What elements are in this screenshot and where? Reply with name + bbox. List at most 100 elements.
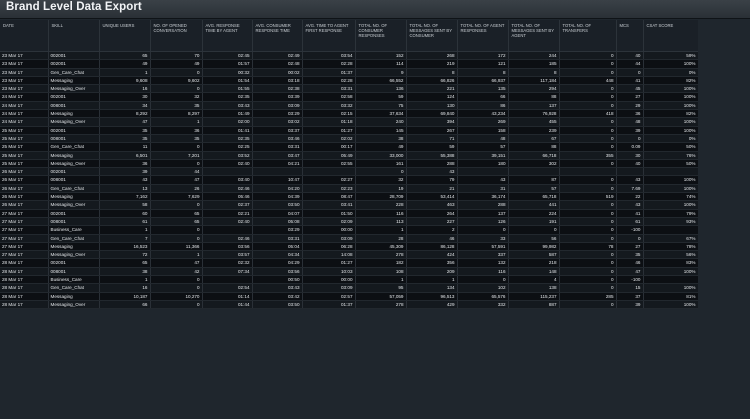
table-row[interactable]: 28 Mar 17 Messaging 10,187 10,270 01:14 03:42… xyxy=(0,292,699,301)
table-row[interactable]: 27 Mar 17 Messaging_Over 72 1 03:57 04:34 14:0… xyxy=(0,250,699,260)
table-cell: 332 xyxy=(457,300,509,310)
table-row[interactable]: 27 Mar 17 008001 61 65 02:40 05:08 02:09 113 227… xyxy=(0,217,699,227)
column-header[interactable]: CSAT SCORE xyxy=(643,20,699,52)
table-cell: 7,201 xyxy=(150,151,203,160)
table-cell: 25 Mar 17 xyxy=(0,142,49,152)
table-cell: 28 xyxy=(355,234,407,243)
table-row[interactable]: 23 Mar 17 002001 49 49 01:57 02:48 02:28 114 219… xyxy=(0,59,699,69)
table-cell: Gen_Care_Chat xyxy=(48,234,100,243)
table-cell: 74% xyxy=(643,192,699,202)
table-cell: 03:40 xyxy=(202,175,253,185)
table-row[interactable]: 25 Mar 17 002001 35 36 01:41 03:37 01:27 145 267… xyxy=(0,126,699,135)
table-cell: 79 xyxy=(406,175,458,185)
table-cell: 28 Mar 17 xyxy=(0,292,49,301)
table-cell: 36 xyxy=(150,126,203,135)
table-cell: 01:44 xyxy=(202,300,253,310)
table-row[interactable]: 27 Mar 17 002001 60 65 02:21 04:07 01:50 116 264… xyxy=(0,209,699,218)
table-cell: 228 xyxy=(355,200,407,210)
table-cell: 1 xyxy=(355,275,407,285)
table-cell: 394 xyxy=(406,117,458,127)
column-header[interactable]: NO. OF OPENED CONVERSATION xyxy=(150,20,203,52)
table-row[interactable]: 24 Mar 17 Messaging 8,292 8,297 01:49 03:29 02… xyxy=(0,109,699,119)
table-row[interactable]: 28 Mar 17 Messaging_Over 66 0 01:44 03:50 01:3… xyxy=(0,300,699,310)
table-cell: 03:29 xyxy=(252,225,303,235)
table-cell: 100% xyxy=(643,184,699,194)
table-row[interactable]: 24 Mar 17 Messaging_Over 47 1 02:00 03:02 01:1… xyxy=(0,117,699,127)
table-row[interactable]: 26 Mar 17 002001 39 44 0 43 xyxy=(0,167,699,177)
table-cell: 8,292 xyxy=(99,109,151,119)
table-cell: 05:46 xyxy=(202,192,253,202)
table-cell: 45 xyxy=(616,84,644,94)
table-row[interactable]: 25 Mar 17 Messaging 6,501 7,201 03:52 03:47 05… xyxy=(0,151,699,160)
table-cell: 67 xyxy=(508,134,560,144)
table-cell: 03:31 xyxy=(302,84,356,94)
table-row[interactable]: 25 Mar 17 Gen_Care_Chat 11 0 02:25 03:31 00:17… xyxy=(0,142,699,152)
table-cell: 66,552 xyxy=(355,76,407,86)
table-row[interactable]: 28 Mar 17 002001 65 47 02:32 04:29 01:27 182 356… xyxy=(0,258,699,268)
column-header[interactable]: TOTAL NO. OF AGENT RESPONSES xyxy=(457,20,509,52)
table-cell: -100 xyxy=(616,225,644,235)
table-cell: 82% xyxy=(643,109,699,119)
table-cell: 43 xyxy=(616,175,644,185)
column-header[interactable]: AVG. TIME TO AGENT FIRST RESPONSE xyxy=(302,20,356,52)
column-header[interactable]: UNIQUE USERS xyxy=(99,20,151,52)
table-row[interactable]: 24 Mar 17 008001 34 35 03:43 03:09 03:32 75 130 8… xyxy=(0,101,699,111)
table-cell: 55,388 xyxy=(406,151,458,160)
column-header[interactable]: SKILL xyxy=(48,20,100,52)
table-row[interactable]: 26 Mar 17 008001 43 47 03:40 10:47 02:27 32 79 43… xyxy=(0,175,699,185)
table-row[interactable]: 28 Mar 17 008001 38 42 07:34 03:56 10:03 108 209… xyxy=(0,267,699,277)
table-row[interactable]: 25 Mar 17 008001 35 35 02:35 03:46 02:02 38 71 48… xyxy=(0,134,699,144)
column-header[interactable]: AVG. RESPONSE TIME BY AGENT xyxy=(202,20,253,52)
table-cell: 117,184 xyxy=(508,76,560,86)
table-row[interactable]: 28 Mar 17 Gen_Care_Chat 16 0 02:54 03:43 03:09… xyxy=(0,283,699,293)
data-table-container[interactable]: DATE SKILL UNIQUE USERS NO. OF OPENED CONVE… xyxy=(0,20,699,310)
column-header[interactable]: TOTAL NO. OF MESSAGES SENT BY CONSUMER xyxy=(406,20,458,52)
table-row[interactable]: 26 Mar 17 Gen_Care_Chat 13 26 02:46 04:20 02:2… xyxy=(0,184,699,194)
table-cell: 43 xyxy=(406,167,458,177)
column-header[interactable]: AVG. CONSUMER RESPONSE TIME xyxy=(252,20,303,52)
table-row[interactable]: 23 Mar 17 Messaging 9,608 9,602 01:54 03:18 02… xyxy=(0,76,699,86)
table-cell: Business_Care xyxy=(48,275,100,285)
table-row[interactable]: 28 Mar 17 Business_Care 1 0 00:50 00:00 1 1 0 4 0-… xyxy=(0,275,699,285)
table-cell: 463 xyxy=(406,200,458,210)
table-row[interactable]: 23 Mar 17 Messaging_Over 16 0 01:55 02:38 03:3… xyxy=(0,84,699,94)
table-cell: 7.69 xyxy=(616,184,644,194)
table-cell: 1 xyxy=(406,275,458,285)
table-cell: 209 xyxy=(406,267,458,277)
table-row[interactable]: 23 Mar 17 Gen_Care_Chat 1 0 00:32 00:02 01:37 9… xyxy=(0,68,699,77)
column-header[interactable]: TOTAL NO. OF TRANSFERS xyxy=(559,20,617,52)
table-row[interactable]: 27 Mar 17 Gen_Care_Chat 7 0 02:46 03:31 03:09 2… xyxy=(0,234,699,243)
table-row[interactable]: 25 Mar 17 Messaging_Over 36 0 02:40 04:21 02:5… xyxy=(0,159,699,169)
table-cell: 39 xyxy=(616,126,644,135)
table-cell: 0 xyxy=(508,225,560,235)
table-cell: 008001 xyxy=(48,267,100,277)
column-header[interactable]: MCS xyxy=(616,20,644,52)
table-cell: 0 xyxy=(150,159,203,169)
table-row[interactable]: 23 Mar 17 002001 65 70 02:45 02:49 03:54 152 268… xyxy=(0,51,699,61)
column-header[interactable]: DATE xyxy=(0,20,49,52)
table-row[interactable]: 26 Mar 17 Messaging 7,162 7,629 05:46 04:39 08… xyxy=(0,192,699,202)
table-cell: 49 xyxy=(99,59,151,69)
table-cell: 66,718 xyxy=(508,151,560,160)
table-row[interactable]: 26 Mar 17 Messaging_Over 58 0 02:37 03:50 03:4… xyxy=(0,200,699,210)
table-cell: 008001 xyxy=(48,134,100,144)
table-cell: 23 Mar 17 xyxy=(0,59,49,69)
table-cell: 57 xyxy=(457,142,509,152)
table-cell: 28 Mar 17 xyxy=(0,275,49,285)
table-cell: 39 xyxy=(616,300,644,310)
table-row[interactable]: 24 Mar 17 002001 30 32 02:35 03:39 02:58 59 124 6… xyxy=(0,92,699,102)
table-cell: 66,826 xyxy=(406,76,458,86)
column-header[interactable]: TOTAL NO. OF MESSAGES SENT BY AGENT xyxy=(508,20,560,52)
table-row[interactable]: 27 Mar 17 Messaging 16,523 11,366 03:56 05:04… xyxy=(0,242,699,252)
table-cell: 24 Mar 17 xyxy=(0,92,49,102)
table-cell: Business_Care xyxy=(48,225,100,235)
table-row[interactable]: 27 Mar 17 Business_Care 1 0 03:29 00:00 1 2 0 0 0-… xyxy=(0,225,699,235)
table-cell: 02:15 xyxy=(302,109,356,119)
table-cell: 59% xyxy=(643,51,699,61)
column-header[interactable]: TOTAL NO. OF CONSUMER RESPONSES xyxy=(355,20,407,52)
table-cell: 03:57 xyxy=(202,250,253,260)
table-cell: Gen_Care_Chat xyxy=(48,283,100,293)
table-cell: Messaging xyxy=(48,192,100,202)
table-cell: 158 xyxy=(457,126,509,135)
table-cell: 65 xyxy=(150,217,203,227)
